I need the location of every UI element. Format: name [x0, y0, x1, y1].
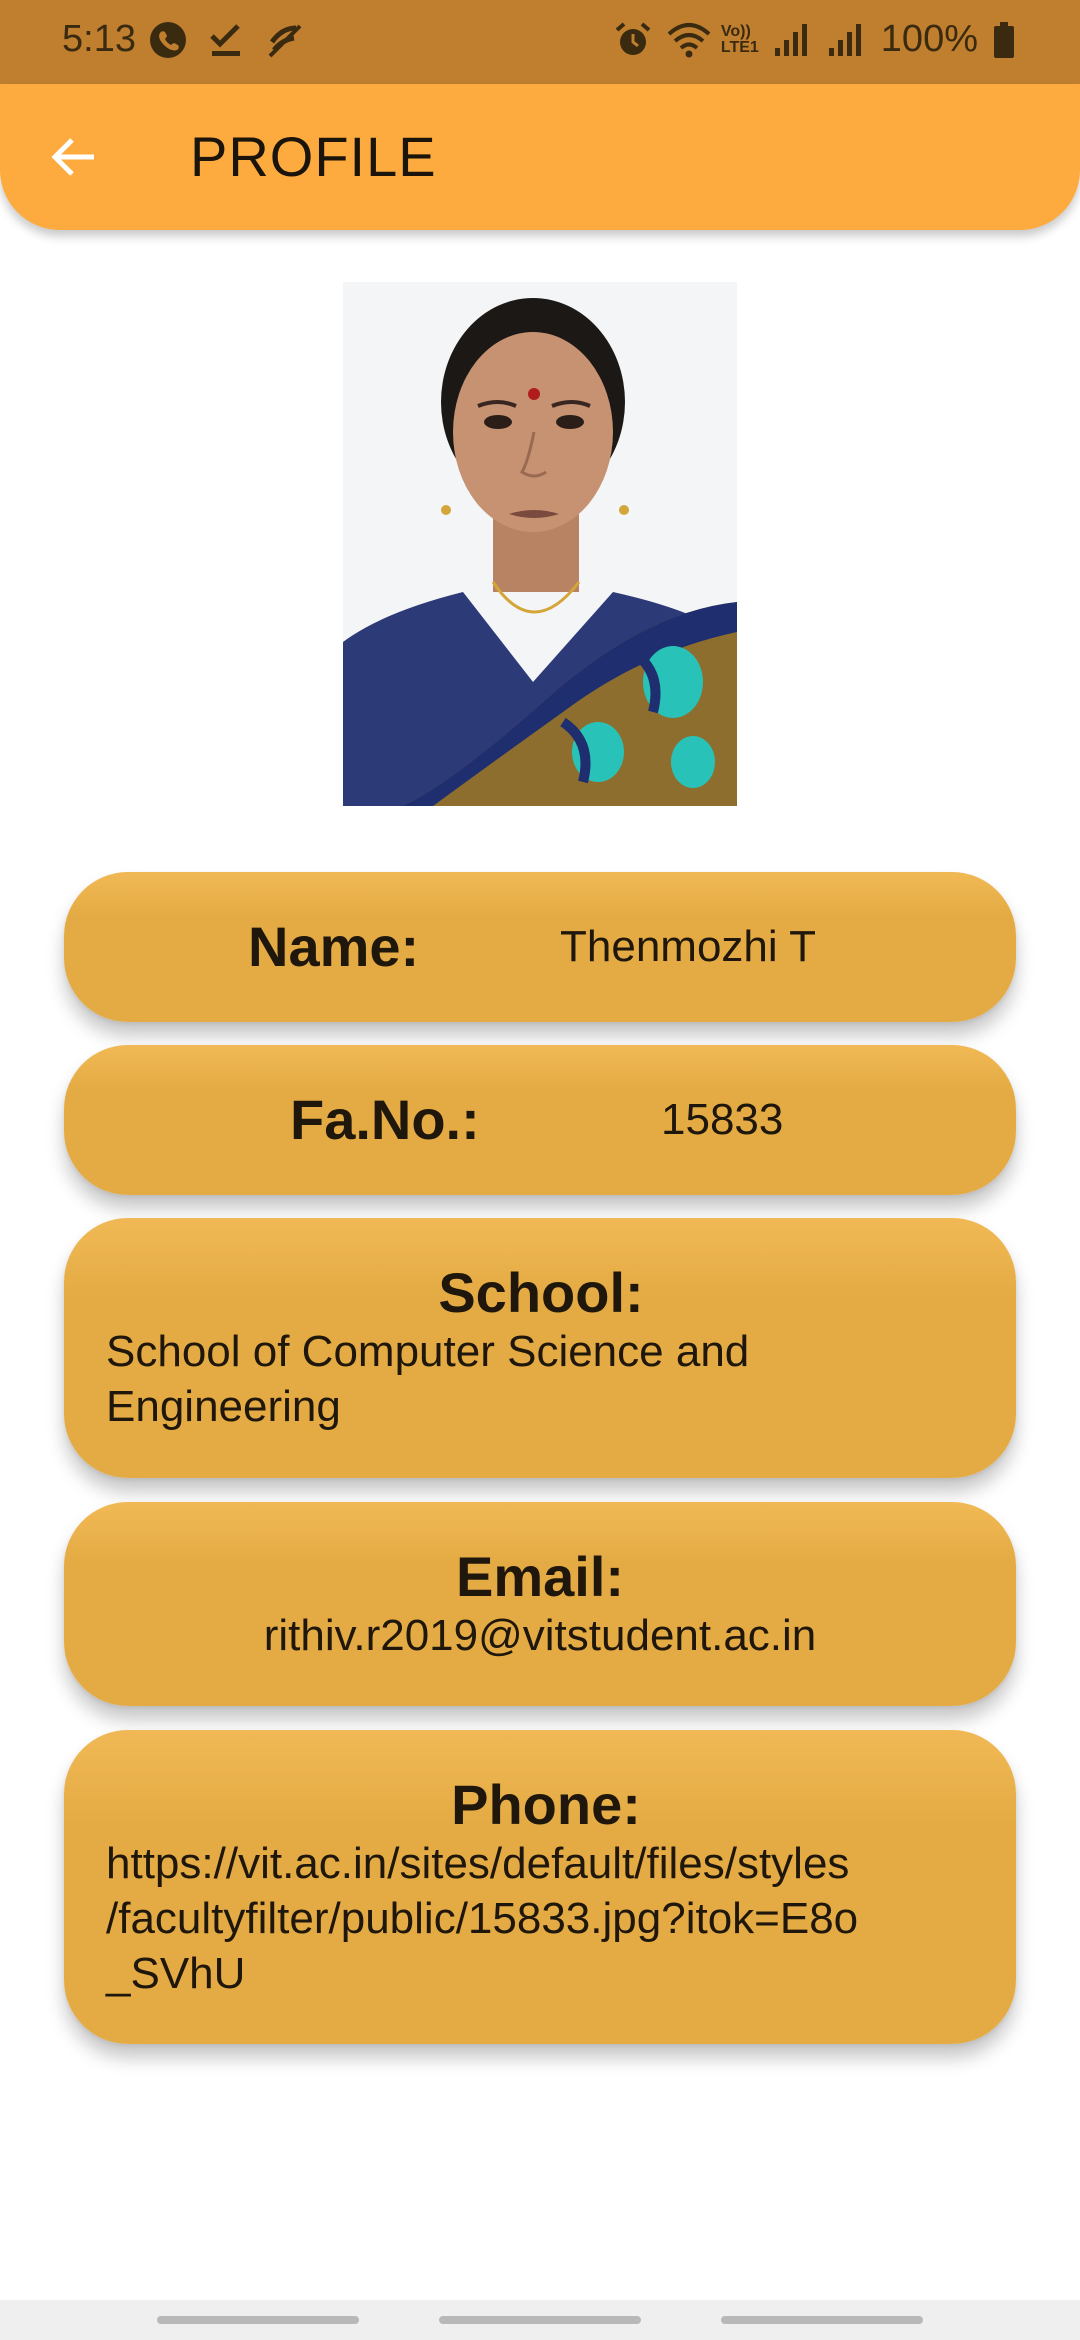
phone-value-line: https://vit.ac.in/sites/default/files/st… [106, 1839, 850, 1888]
email-value: rithiv.r2019@vitstudent.ac.in [263, 1611, 817, 1660]
email-card: Email: rithiv.r2019@vitstudent.ac.in [64, 1502, 1016, 1706]
phone-value-line: /facultyfilter/public/15833.jpg?itok=E8o [106, 1894, 859, 1943]
phone-card: Phone: https://vit.ac.in/sites/default/f… [64, 1730, 1016, 2044]
arrow-left-icon [51, 138, 94, 176]
status-left-icons [148, 20, 304, 60]
check-icon [206, 20, 246, 60]
app-bar: PROFILE [0, 84, 1080, 230]
wifi-icon [667, 20, 711, 60]
fano-value: 15833 [661, 1095, 784, 1144]
school-value: School of Computer Science and Engineeri… [106, 1327, 750, 1431]
name-value: Thenmozhi T [560, 922, 816, 971]
school-label: School: [438, 1261, 644, 1324]
signal-icon [827, 20, 867, 60]
fano-label: Fa.No.: [290, 1088, 480, 1151]
phone-value-line: _SVhU [106, 1949, 246, 1998]
back-button[interactable] [40, 124, 106, 190]
phone-label: Phone: [451, 1773, 641, 1836]
school-card: School: School of Computer Science and E… [64, 1218, 1016, 1478]
status-bar: 5:13 Vo)) LTE1 100% [0, 0, 1080, 84]
fano-card: Fa.No.: 15833 [64, 1045, 1016, 1195]
faculty-photo [343, 282, 737, 806]
status-right-icons: Vo)) LTE1 100% [613, 18, 1032, 61]
volte-icon: Vo)) LTE1 [720, 22, 759, 56]
status-time: 5:13 [62, 18, 136, 60]
phone-icon [148, 20, 188, 60]
page-title: PROFILE [190, 125, 437, 188]
alarm-icon [613, 20, 653, 60]
battery-icon [992, 20, 1032, 60]
name-card: Name: Thenmozhi T [64, 872, 1016, 1022]
nav-home-handle[interactable] [439, 2316, 641, 2324]
name-label: Name: [248, 915, 420, 978]
email-label: Email: [455, 1545, 625, 1608]
mute-icon [264, 20, 304, 60]
battery-percentage: 100% [880, 18, 978, 60]
nav-back-handle[interactable] [721, 2316, 923, 2324]
signal-icon [773, 20, 813, 60]
system-nav-bar [0, 2300, 1080, 2340]
nav-recents-handle[interactable] [157, 2316, 359, 2324]
